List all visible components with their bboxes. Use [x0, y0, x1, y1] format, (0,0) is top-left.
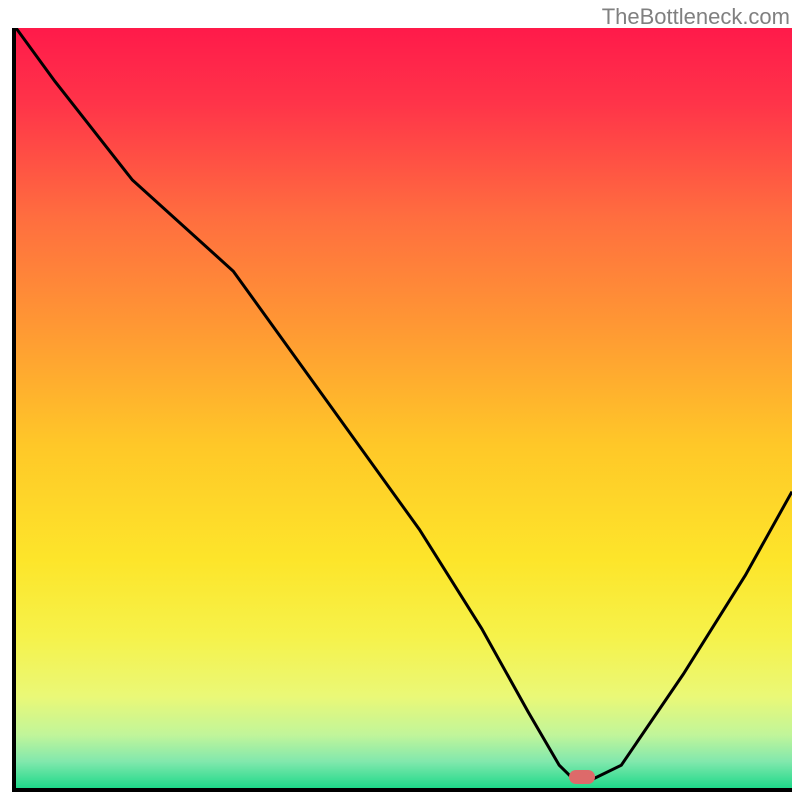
plot-svg: [16, 28, 792, 788]
optimal-point-marker: [569, 770, 595, 784]
watermark-text: TheBottleneck.com: [602, 4, 790, 30]
gradient-background: [16, 28, 792, 788]
chart-container: TheBottleneck.com: [0, 0, 800, 800]
plot-area: [12, 28, 792, 792]
